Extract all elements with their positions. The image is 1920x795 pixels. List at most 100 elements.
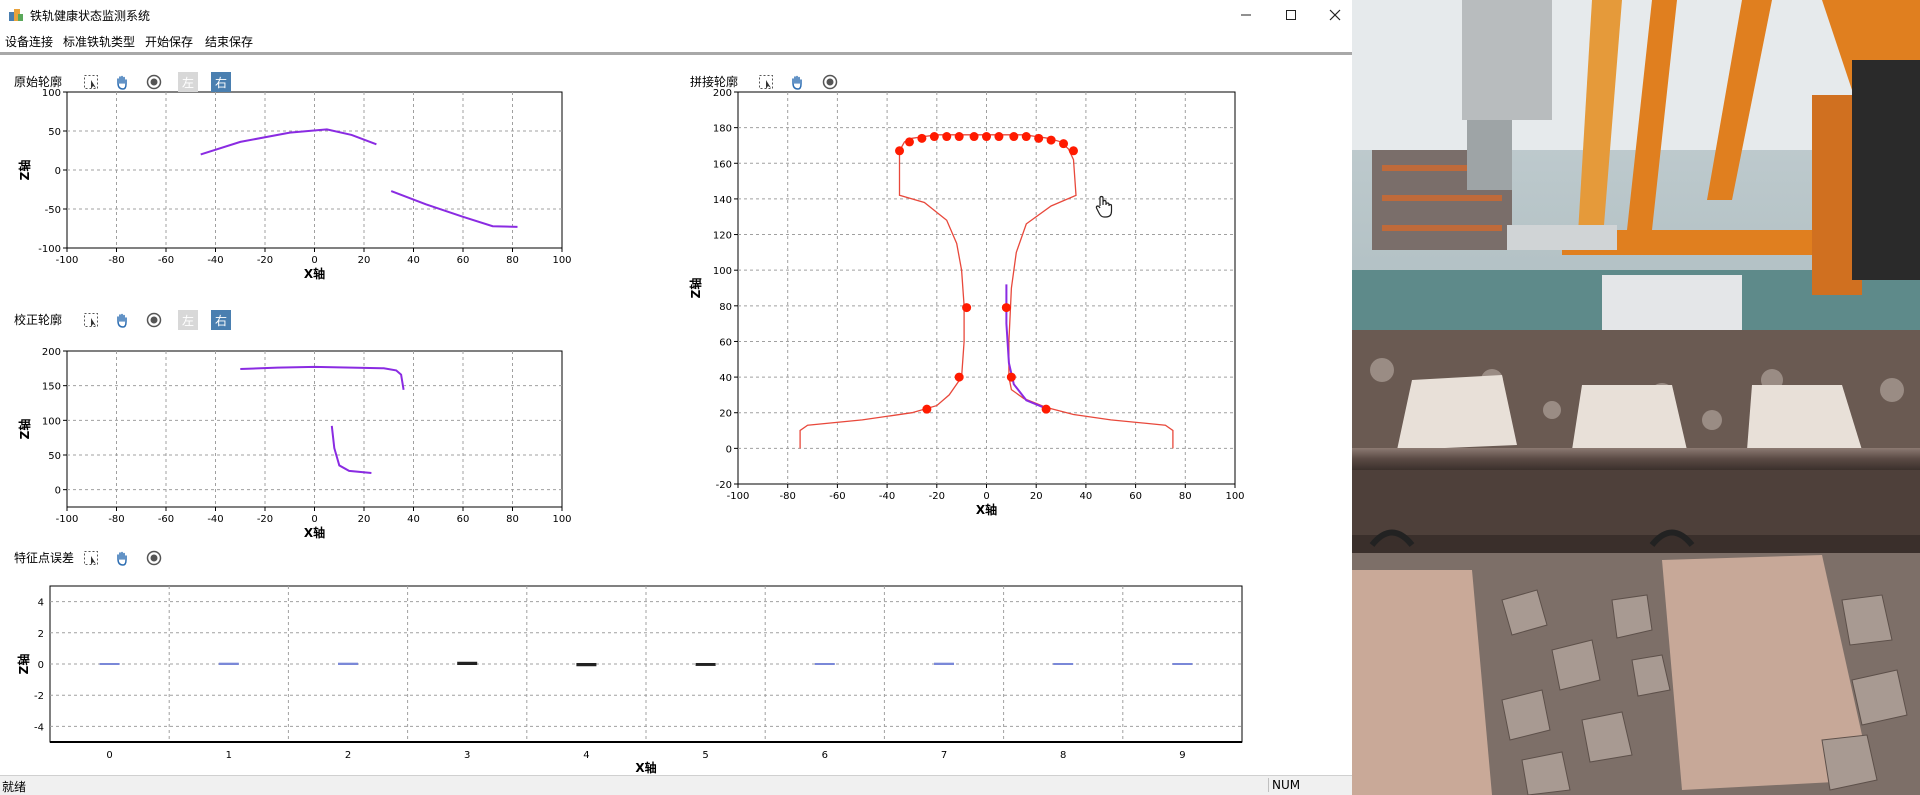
reset-tool-error[interactable] (144, 548, 164, 568)
tick-label-x: 5 (702, 750, 708, 761)
tick-label-x: 9 (1179, 750, 1185, 761)
tick-label-y: -2 (34, 691, 44, 702)
tick-label-x: 1 (226, 750, 232, 761)
feature-point (1059, 139, 1069, 149)
axis-label-y: Z轴 (17, 419, 32, 440)
feature-point (1034, 133, 1044, 143)
select-tool-corrected[interactable] (81, 310, 101, 330)
tick-label-x: -60 (158, 514, 174, 525)
tick-label-x: 0 (311, 255, 317, 266)
left-rail-button-corrected[interactable]: 左 (178, 310, 198, 330)
select-icon (84, 313, 98, 327)
tick-label-y: 60 (719, 337, 732, 348)
menu-start-save[interactable]: 开始保存 (145, 33, 193, 50)
tick-label-x: 4 (583, 750, 589, 761)
pan-tool-corrected[interactable] (112, 310, 132, 330)
reset-tool-original[interactable] (144, 72, 164, 92)
tick-label-x: 60 (1129, 491, 1142, 502)
app-icon (9, 9, 23, 21)
tick-label-x: 100 (552, 514, 571, 525)
pan-tool-stitched[interactable] (787, 72, 807, 92)
feature-point (929, 132, 939, 142)
tick-label-y: 160 (713, 159, 732, 170)
hand-icon (117, 75, 127, 90)
tick-label-x: 6 (822, 750, 828, 761)
panel-title-stitched: 拼接轮廓 (690, 75, 739, 89)
tick-label-x: -40 (207, 255, 223, 266)
rail-camera-photo (1352, 0, 1920, 795)
main-area: -100 -80 -60 -40 -20 0 20 40 60 80 100 -100 -50 0 50 10… (0, 52, 1352, 778)
tick-label-y: 40 (719, 373, 732, 384)
axis-label-x: X轴 (304, 525, 325, 540)
status-bar: 就绪 NUM (0, 775, 1352, 795)
tick-label-x: 100 (1225, 491, 1244, 502)
tick-label-x: -60 (829, 491, 845, 502)
tick-label-x: 40 (407, 255, 420, 266)
feature-point (895, 146, 905, 156)
tick-label-x: 2 (345, 750, 351, 761)
tick-label-x: 40 (1080, 491, 1093, 502)
minimize-icon (1241, 14, 1251, 16)
pan-tool-error[interactable] (112, 548, 132, 568)
tick-label-x: 80 (506, 255, 519, 266)
tick-label-y: -100 (38, 244, 61, 255)
tick-label-y: -50 (45, 205, 61, 216)
feature-point (969, 132, 979, 142)
panel-title-error: 特征点误差 (14, 551, 75, 565)
menu-end-save[interactable]: 结束保存 (205, 33, 253, 50)
tick-label-x: 3 (464, 750, 470, 761)
tick-label-x: 0 (106, 750, 112, 761)
tick-label-x: -20 (257, 514, 273, 525)
reset-icon (822, 74, 838, 90)
reset-tool-stitched[interactable] (820, 72, 840, 92)
pan-tool-original[interactable] (112, 72, 132, 92)
menu-standard-rail-type[interactable]: 标准铁轨类型 (63, 33, 135, 50)
tick-label-y: 180 (713, 124, 732, 135)
hand-icon (792, 75, 802, 90)
maximize-icon (1286, 10, 1296, 20)
menu-device-connect[interactable]: 设备连接 (5, 33, 53, 50)
axis-label-y: Z轴 (16, 654, 31, 675)
tick-label-x: 20 (358, 255, 371, 266)
tick-label-x: 60 (457, 255, 470, 266)
minimize-button[interactable] (1223, 0, 1269, 30)
tick-label-x: -80 (780, 491, 796, 502)
reset-icon (146, 312, 162, 328)
tick-label-x: -40 (879, 491, 895, 502)
feature-point (982, 132, 991, 142)
tick-label-y: 4 (38, 598, 44, 609)
select-tool-stitched[interactable] (756, 72, 776, 92)
feature-point (922, 404, 932, 414)
left-rail-button-original[interactable]: 左 (178, 72, 198, 92)
error-bar (1053, 663, 1074, 665)
feature-point (1046, 135, 1056, 145)
select-tool-error[interactable] (81, 548, 101, 568)
feature-point (1021, 132, 1031, 142)
error-bar (814, 663, 835, 665)
tick-label-x: 100 (552, 255, 571, 266)
tick-label-x: 80 (1179, 491, 1192, 502)
tick-label-x: 20 (358, 514, 371, 525)
select-tool-original[interactable] (81, 72, 101, 92)
feature-point (1006, 372, 1016, 382)
right-rail-button-corrected[interactable]: 右 (211, 310, 231, 330)
reset-tool-corrected[interactable] (144, 310, 164, 330)
reset-icon (146, 74, 162, 90)
feature-point (954, 372, 964, 382)
feature-point (917, 133, 927, 143)
close-button[interactable] (1312, 0, 1352, 30)
menu-bar: 设备连接 标准铁轨类型 开始保存 结束保存 (0, 30, 1352, 52)
tick-label-y: 80 (719, 302, 732, 313)
window-title: 铁轨健康状态监测系统 (30, 9, 151, 23)
tick-label-y: 20 (719, 409, 732, 420)
tick-label-x: -100 (727, 491, 750, 502)
right-rail-button-original[interactable]: 右 (211, 72, 231, 92)
hand-icon (117, 313, 127, 328)
tick-label-y: 150 (42, 382, 61, 393)
axis-label-x: X轴 (304, 266, 325, 281)
maximize-button[interactable] (1268, 0, 1314, 30)
feature-point (1001, 303, 1011, 313)
hand-icon (117, 551, 127, 566)
error-bar (695, 663, 716, 666)
tick-label-y: 200 (42, 347, 61, 358)
